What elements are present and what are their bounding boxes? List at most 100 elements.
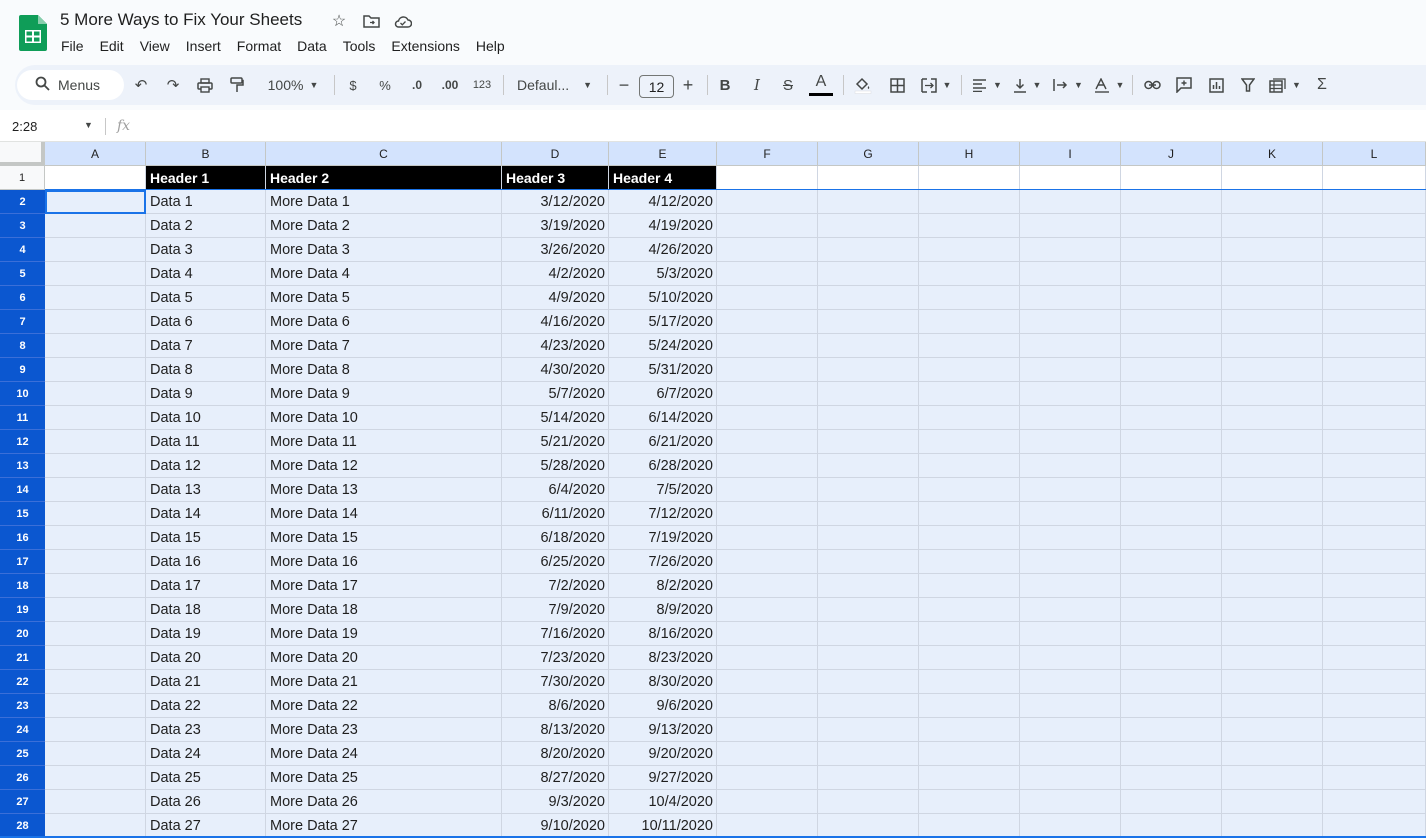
- row-header-15[interactable]: 15: [0, 502, 45, 526]
- table-cell[interactable]: 5/31/2020: [609, 358, 717, 382]
- table-cell[interactable]: Data 19: [146, 622, 266, 646]
- strikethrough-icon[interactable]: S: [779, 65, 797, 105]
- table-cell[interactable]: Data 17: [146, 574, 266, 598]
- table-cell[interactable]: 6/7/2020: [609, 382, 717, 406]
- table-cell[interactable]: More Data 4: [266, 262, 502, 286]
- row-header-3[interactable]: 3: [0, 214, 45, 238]
- row-header-16[interactable]: 16: [0, 526, 45, 550]
- header-cell-2[interactable]: Header 2: [266, 166, 501, 189]
- zoom-select[interactable]: 100% ▼: [260, 65, 326, 105]
- table-cell[interactable]: More Data 1: [266, 190, 502, 214]
- italic-icon[interactable]: I: [748, 65, 766, 105]
- table-cell[interactable]: Data 23: [146, 718, 266, 742]
- insert-chart-icon[interactable]: [1206, 65, 1226, 105]
- table-cell[interactable]: Data 18: [146, 598, 266, 622]
- table-cell[interactable]: 5/7/2020: [502, 382, 609, 406]
- insert-link-icon[interactable]: [1142, 65, 1162, 105]
- select-all-corner[interactable]: [0, 142, 45, 166]
- bold-icon[interactable]: B: [716, 65, 734, 105]
- menu-insert[interactable]: Insert: [178, 36, 229, 56]
- column-header-b[interactable]: B: [146, 142, 266, 166]
- table-cell[interactable]: 8/2/2020: [609, 574, 717, 598]
- table-cell[interactable]: Data 13: [146, 478, 266, 502]
- table-cell[interactable]: Data 5: [146, 286, 266, 310]
- horizontal-align-icon[interactable]: ▼: [970, 65, 1004, 105]
- table-cell[interactable]: 5/10/2020: [609, 286, 717, 310]
- row-header-12[interactable]: 12: [0, 430, 45, 454]
- name-box[interactable]: 2:28: [12, 119, 37, 134]
- column-header-j[interactable]: J: [1121, 142, 1222, 166]
- table-cell[interactable]: Data 20: [146, 646, 266, 670]
- row-header-22[interactable]: 22: [0, 670, 45, 694]
- table-cell[interactable]: More Data 18: [266, 598, 502, 622]
- table-cell[interactable]: Data 16: [146, 550, 266, 574]
- table-cell[interactable]: Data 21: [146, 670, 266, 694]
- table-cell[interactable]: 8/16/2020: [609, 622, 717, 646]
- table-cell[interactable]: Data 10: [146, 406, 266, 430]
- row-header-1[interactable]: 1: [0, 166, 45, 190]
- menu-view[interactable]: View: [132, 36, 178, 56]
- table-cell[interactable]: 7/23/2020: [502, 646, 609, 670]
- menus-search-button[interactable]: Menus: [17, 70, 124, 100]
- table-cell[interactable]: Data 26: [146, 790, 266, 814]
- table-cell[interactable]: 4/23/2020: [502, 334, 609, 358]
- table-cell[interactable]: More Data 25: [266, 766, 502, 790]
- table-cell[interactable]: 8/27/2020: [502, 766, 609, 790]
- table-cell[interactable]: Data 22: [146, 694, 266, 718]
- table-cell[interactable]: 9/13/2020: [609, 718, 717, 742]
- print-icon[interactable]: [194, 65, 216, 105]
- column-header-c[interactable]: C: [266, 142, 502, 166]
- table-cell[interactable]: Data 1: [146, 190, 266, 214]
- table-cell[interactable]: Data 14: [146, 502, 266, 526]
- row-header-7[interactable]: 7: [0, 310, 45, 334]
- table-cell[interactable]: 6/28/2020: [609, 454, 717, 478]
- row-header-4[interactable]: 4: [0, 238, 45, 262]
- row-header-5[interactable]: 5: [0, 262, 45, 286]
- table-cell[interactable]: More Data 21: [266, 670, 502, 694]
- table-cell[interactable]: 8/23/2020: [609, 646, 717, 670]
- table-cell[interactable]: 7/16/2020: [502, 622, 609, 646]
- row-header-28[interactable]: 28: [0, 814, 45, 838]
- table-cell[interactable]: More Data 8: [266, 358, 502, 382]
- text-color-icon[interactable]: A: [808, 73, 834, 99]
- table-cell[interactable]: 8/6/2020: [502, 694, 609, 718]
- table-cell[interactable]: More Data 7: [266, 334, 502, 358]
- table-cell[interactable]: 4/26/2020: [609, 238, 717, 262]
- table-cell[interactable]: Data 11: [146, 430, 266, 454]
- move-folder-icon[interactable]: [360, 10, 382, 32]
- sheets-logo-icon[interactable]: [19, 15, 47, 51]
- row-header-20[interactable]: 20: [0, 622, 45, 646]
- fill-color-icon[interactable]: [853, 65, 873, 105]
- table-cell[interactable]: 10/4/2020: [609, 790, 717, 814]
- table-cell[interactable]: 5/3/2020: [609, 262, 717, 286]
- table-cell[interactable]: More Data 22: [266, 694, 502, 718]
- table-cell[interactable]: 5/21/2020: [502, 430, 609, 454]
- percent-format-button[interactable]: %: [377, 65, 393, 105]
- table-cell[interactable]: 4/19/2020: [609, 214, 717, 238]
- filter-views-icon[interactable]: ▼: [1268, 65, 1302, 105]
- header-cell-3[interactable]: Header 3: [502, 166, 608, 189]
- table-cell[interactable]: More Data 19: [266, 622, 502, 646]
- table-cell[interactable]: 6/18/2020: [502, 526, 609, 550]
- undo-icon[interactable]: ↶: [131, 65, 151, 105]
- filter-icon[interactable]: [1238, 65, 1258, 105]
- table-cell[interactable]: 9/10/2020: [502, 814, 609, 838]
- table-cell[interactable]: 7/2/2020: [502, 574, 609, 598]
- table-cell[interactable]: More Data 14: [266, 502, 502, 526]
- row-header-24[interactable]: 24: [0, 718, 45, 742]
- table-cell[interactable]: More Data 26: [266, 790, 502, 814]
- chevron-down-icon[interactable]: ▼: [84, 120, 93, 130]
- table-cell[interactable]: 5/14/2020: [502, 406, 609, 430]
- menu-tools[interactable]: Tools: [335, 36, 384, 56]
- table-cell[interactable]: 7/12/2020: [609, 502, 717, 526]
- column-header-e[interactable]: E: [609, 142, 717, 166]
- currency-format-button[interactable]: $: [345, 65, 361, 105]
- row-header-21[interactable]: 21: [0, 646, 45, 670]
- table-cell[interactable]: 5/17/2020: [609, 310, 717, 334]
- increase-decimal-button[interactable]: .00: [439, 65, 461, 105]
- column-header-l[interactable]: L: [1323, 142, 1426, 166]
- table-cell[interactable]: 6/21/2020: [609, 430, 717, 454]
- table-cell[interactable]: Data 2: [146, 214, 266, 238]
- table-cell[interactable]: More Data 27: [266, 814, 502, 838]
- table-cell[interactable]: Data 9: [146, 382, 266, 406]
